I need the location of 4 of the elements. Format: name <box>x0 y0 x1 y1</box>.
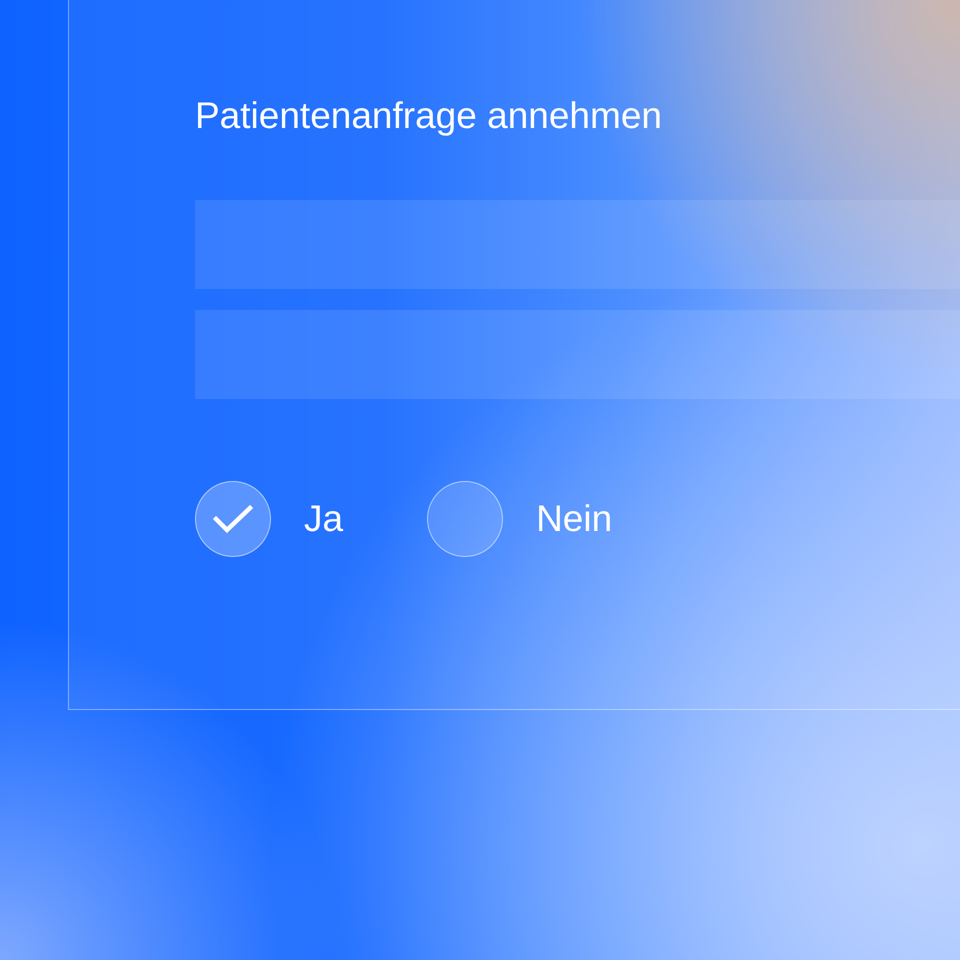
form-title: Patientenanfrage annehmen <box>195 94 663 138</box>
option-label: Nein <box>536 497 612 542</box>
option-label: Ja <box>304 497 344 542</box>
check-icon <box>213 504 253 534</box>
